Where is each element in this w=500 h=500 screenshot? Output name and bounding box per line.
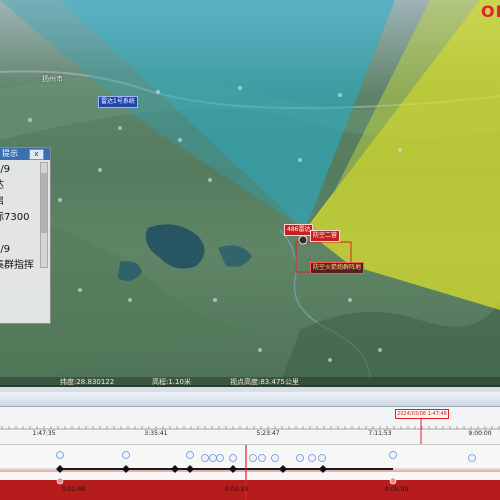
track-time-label: 0:03:23 bbox=[225, 486, 249, 493]
event-track[interactable]: 0:01:40 0:03:23 0:05:00 bbox=[0, 445, 500, 500]
corner-indicator: OP bbox=[481, 2, 500, 21]
city-label: 扬州市 bbox=[42, 75, 63, 83]
track-time-label: 0:01:40 bbox=[62, 486, 86, 493]
status-bar: 纬度:28.830122 高程:1.10米 视点高度:83.475公里 bbox=[0, 377, 500, 385]
command-position-tag[interactable]: 防空火箭炮群阵地 bbox=[310, 262, 365, 274]
track-time-label: 0:05:00 bbox=[385, 486, 409, 493]
panel-line: 启 bbox=[0, 194, 42, 210]
panel-line: 9/9 bbox=[0, 244, 11, 255]
map-view[interactable]: 扬州市 雷达1号系统 486雷达 防空二营 防空火箭炮群阵地 OP 提示 x 9… bbox=[0, 0, 500, 385]
panel-line: 9/9 bbox=[0, 164, 11, 175]
time-cursor-label[interactable]: 2024/03/08 1:47:48 bbox=[395, 409, 449, 419]
time-ruler[interactable]: 1:47:35 3:35:41 5:23:47 7:11:53 9:00:00 … bbox=[0, 407, 500, 445]
panel-line: 达 bbox=[0, 178, 42, 194]
tick-label: 7:11:53 bbox=[368, 430, 392, 437]
info-panel-header[interactable]: 提示 x bbox=[0, 148, 50, 160]
radar-tag[interactable]: 雷达1号系统 bbox=[98, 96, 138, 108]
panel-line: 集群指挥 bbox=[0, 260, 34, 271]
timeline-toolbar[interactable] bbox=[0, 392, 500, 407]
latitude-readout: 纬度:28.830122 bbox=[60, 378, 115, 385]
tick-label: 3:35:41 bbox=[144, 430, 168, 437]
terrain-layer bbox=[0, 0, 500, 385]
panel-scrollbar[interactable] bbox=[40, 162, 48, 268]
tick-label: 5:23:47 bbox=[256, 430, 280, 437]
panel-line: 标7300 bbox=[0, 212, 30, 223]
close-button[interactable]: x bbox=[29, 149, 44, 160]
info-panel-title: 提示 bbox=[2, 149, 18, 158]
viewpoint-readout: 视点高度:83.475公里 bbox=[230, 378, 299, 385]
height-readout: 高程:1.10米 bbox=[152, 378, 191, 385]
tick-label: 1:47:35 bbox=[32, 430, 56, 437]
unit-group-tag[interactable]: 防空二营 bbox=[310, 230, 341, 242]
lake bbox=[145, 224, 205, 269]
info-panel: 提示 x 9/9 达 启 标7300 9/9 集群指挥 bbox=[0, 147, 51, 324]
tick-label: 9:00:00 bbox=[468, 430, 492, 437]
scrollbar-thumb[interactable] bbox=[41, 173, 47, 233]
